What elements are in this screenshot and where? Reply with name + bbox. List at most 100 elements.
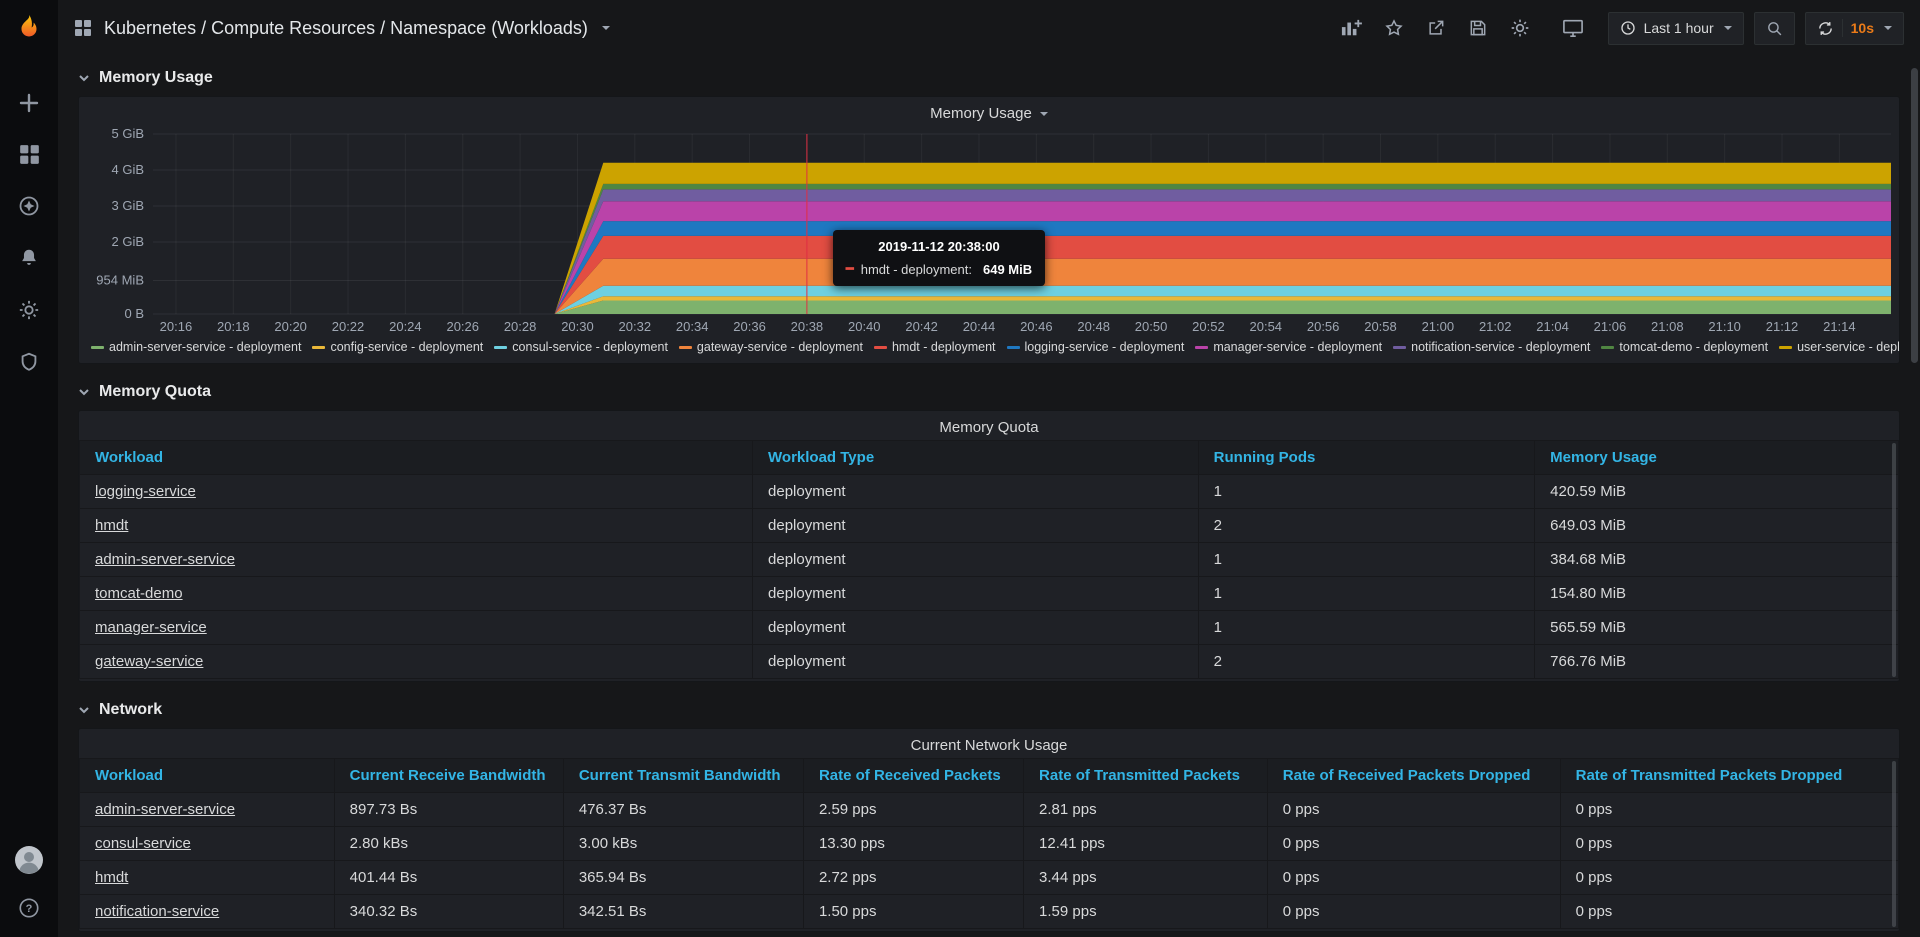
svg-text:20:42: 20:42 xyxy=(905,319,938,334)
value-cell: 0 pps xyxy=(1267,827,1560,861)
legend-color-swatch-icon xyxy=(1393,346,1406,349)
table-row: hmdt401.44 Bs365.94 Bs2.72 pps3.44 pps0 … xyxy=(80,861,1899,895)
page-scrollbar-thumb[interactable] xyxy=(1911,68,1918,363)
legend-color-swatch-icon xyxy=(1195,346,1208,349)
workload-link[interactable]: admin-server-service xyxy=(95,801,235,818)
section-header-network[interactable]: Network xyxy=(78,692,1900,728)
add-panel-button[interactable] xyxy=(1334,13,1368,43)
svg-text:20:56: 20:56 xyxy=(1307,319,1340,334)
workload-link[interactable]: gateway-service xyxy=(95,653,203,670)
value-cell: 2 xyxy=(1198,509,1535,543)
svg-text:20:52: 20:52 xyxy=(1192,319,1225,334)
column-header-rate-of-received-packets[interactable]: Rate of Received Packets xyxy=(803,759,1023,793)
legend-item[interactable]: notification-service - deployment xyxy=(1393,340,1590,354)
value-cell: 476.37 Bs xyxy=(563,793,803,827)
caret-down-icon xyxy=(1724,26,1732,30)
value-cell: 2 xyxy=(1198,645,1535,679)
dashboards-icon[interactable] xyxy=(19,144,40,165)
workload-link[interactable]: admin-server-service xyxy=(95,551,235,568)
configuration-gear-icon[interactable] xyxy=(18,299,40,321)
workload-link[interactable]: logging-service xyxy=(95,483,196,500)
zoom-out-time-button[interactable] xyxy=(1754,12,1795,45)
legend-item[interactable]: hmdt - deployment xyxy=(874,340,996,354)
save-icon xyxy=(1468,18,1488,38)
legend-color-swatch-icon xyxy=(1779,346,1792,349)
memory-usage-section: Memory Usage Memory Usage 0 B954 MiB2 Gi… xyxy=(78,60,1900,364)
memory-quota-table-wrap: WorkloadWorkload TypeRunning PodsMemory … xyxy=(79,440,1899,681)
column-header-rate-of-transmitted-packets[interactable]: Rate of Transmitted Packets xyxy=(1024,759,1268,793)
workload-cell: notification-service xyxy=(80,895,335,929)
column-header-workload[interactable]: Workload xyxy=(80,441,753,475)
legend-item[interactable]: logging-service - deployment xyxy=(1007,340,1185,354)
value-cell: 0 pps xyxy=(1267,861,1560,895)
panel-title-network[interactable]: Current Network Usage xyxy=(79,729,1899,758)
help-icon[interactable]: ? xyxy=(18,897,40,919)
svg-text:21:10: 21:10 xyxy=(1708,319,1741,334)
legend-item[interactable]: manager-service - deployment xyxy=(1195,340,1382,354)
legend-item[interactable]: consul-service - deployment xyxy=(494,340,668,354)
star-icon xyxy=(1384,18,1404,38)
section-header-memory-usage[interactable]: Memory Usage xyxy=(78,60,1900,96)
share-dashboard-button[interactable] xyxy=(1420,13,1452,43)
legend-item[interactable]: gateway-service - deployment xyxy=(679,340,863,354)
alerting-bell-icon[interactable] xyxy=(18,247,40,269)
network-panel: Current Network Usage WorkloadCurrent Re… xyxy=(78,728,1900,932)
table-scrollbar[interactable] xyxy=(1892,443,1896,677)
workload-cell: hmdt xyxy=(80,509,753,543)
value-cell: 2.59 pps xyxy=(803,793,1023,827)
value-cell: 384.68 MiB xyxy=(1535,543,1899,577)
explore-compass-icon[interactable] xyxy=(18,195,40,217)
workload-cell: admin-server-service xyxy=(80,543,753,577)
svg-text:0 B: 0 B xyxy=(124,306,144,321)
column-header-current-transmit-bandwidth[interactable]: Current Transmit Bandwidth xyxy=(563,759,803,793)
svg-text:20:22: 20:22 xyxy=(332,319,365,334)
value-cell: 1 xyxy=(1198,543,1535,577)
dashboard-settings-button[interactable] xyxy=(1504,13,1536,43)
refresh-button-group[interactable]: 10s xyxy=(1805,12,1904,45)
panel-title-memory-quota[interactable]: Memory Quota xyxy=(79,411,1899,440)
workload-link[interactable]: hmdt xyxy=(95,517,128,534)
dashboard-title-dropdown[interactable]: Kubernetes / Compute Resources / Namespa… xyxy=(74,18,610,39)
server-admin-shield-icon[interactable] xyxy=(18,351,40,373)
legend-item[interactable]: user-service - deployment xyxy=(1779,340,1899,354)
svg-text:20:38: 20:38 xyxy=(791,319,824,334)
section-header-memory-quota[interactable]: Memory Quota xyxy=(78,374,1900,410)
time-picker-button[interactable]: Last 1 hour xyxy=(1608,12,1744,45)
table-scrollbar[interactable] xyxy=(1892,761,1896,927)
dashboard-title: Kubernetes / Compute Resources / Namespa… xyxy=(104,18,588,39)
value-cell: 340.32 Bs xyxy=(334,895,563,929)
workload-link[interactable]: consul-service xyxy=(95,835,191,852)
legend-color-swatch-icon xyxy=(874,346,887,349)
svg-text:20:20: 20:20 xyxy=(274,319,307,334)
workload-link[interactable]: manager-service xyxy=(95,619,207,636)
legend-label: config-service - deployment xyxy=(330,340,483,354)
clock-icon xyxy=(1620,20,1636,36)
column-header-running-pods[interactable]: Running Pods xyxy=(1198,441,1535,475)
legend-item[interactable]: config-service - deployment xyxy=(312,340,483,354)
legend-item[interactable]: tomcat-demo - deployment xyxy=(1601,340,1768,354)
workload-link[interactable]: notification-service xyxy=(95,903,219,920)
value-cell: deployment xyxy=(753,577,1199,611)
star-dashboard-button[interactable] xyxy=(1378,13,1410,43)
grafana-logo[interactable] xyxy=(0,0,58,56)
workload-link[interactable]: tomcat-demo xyxy=(95,585,183,602)
column-header-workload[interactable]: Workload xyxy=(80,759,335,793)
value-cell: 1.59 pps xyxy=(1024,895,1268,929)
memory-quota-panel: Memory Quota WorkloadWorkload TypeRunnin… xyxy=(78,410,1900,682)
create-plus-icon[interactable] xyxy=(18,92,40,114)
panel-title-memory-usage[interactable]: Memory Usage xyxy=(79,97,1899,126)
column-header-rate-of-received-packets-dropped[interactable]: Rate of Received Packets Dropped xyxy=(1267,759,1560,793)
column-header-current-receive-bandwidth[interactable]: Current Receive Bandwidth xyxy=(334,759,563,793)
panel-title-text: Memory Usage xyxy=(930,105,1032,122)
save-dashboard-button[interactable] xyxy=(1462,13,1494,43)
column-header-memory-usage[interactable]: Memory Usage xyxy=(1535,441,1899,475)
dashboard-grid-icon xyxy=(74,19,92,37)
user-avatar[interactable] xyxy=(14,845,44,875)
cycle-view-mode-button[interactable] xyxy=(1556,13,1590,43)
column-header-workload-type[interactable]: Workload Type xyxy=(753,441,1199,475)
column-header-rate-of-transmitted-packets-dropped[interactable]: Rate of Transmitted Packets Dropped xyxy=(1560,759,1898,793)
legend-item[interactable]: admin-server-service - deployment xyxy=(91,340,301,354)
workload-link[interactable]: hmdt xyxy=(95,869,128,886)
value-cell: 0 pps xyxy=(1560,895,1898,929)
svg-text:21:14: 21:14 xyxy=(1823,319,1856,334)
